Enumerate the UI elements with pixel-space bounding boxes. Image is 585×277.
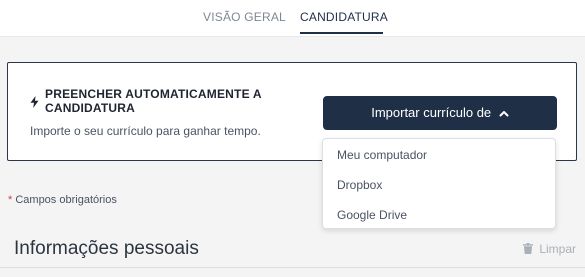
required-fields-note: * Campos obrigatórios — [8, 194, 117, 206]
autofill-title: PREENCHER AUTOMATICAMENTE A CANDIDATURA — [45, 87, 262, 115]
tab-overview[interactable]: VISÃO GERAL — [203, 10, 286, 24]
lightning-bolt-icon — [30, 96, 39, 108]
import-button-label: Importar currículo de — [371, 105, 492, 120]
menu-item-google-drive[interactable]: Google Drive — [337, 208, 407, 222]
required-asterisk: * — [8, 194, 13, 206]
required-note-text: Campos obrigatórios — [15, 194, 117, 206]
menu-item-dropbox[interactable]: Dropbox — [337, 178, 382, 192]
section-divider — [0, 267, 585, 268]
tab-bar: VISÃO GERAL CANDIDATURA — [0, 0, 585, 37]
clear-button-label: Limpar — [539, 242, 577, 256]
personal-info-heading: Informações pessoais — [14, 238, 199, 259]
clear-button[interactable]: Limpar — [523, 242, 576, 256]
import-source-menu: Meu computador Dropbox Google Drive — [322, 138, 556, 229]
trash-icon — [523, 243, 533, 254]
active-tab-indicator — [300, 32, 383, 34]
autofill-subtitle: Importe o seu currículo para ganhar temp… — [30, 124, 261, 138]
tab-application[interactable]: CANDIDATURA — [300, 10, 388, 24]
chevron-up-icon — [499, 111, 509, 117]
import-resume-button[interactable]: Importar currículo de — [323, 96, 557, 130]
menu-item-my-computer[interactable]: Meu computador — [337, 148, 427, 162]
